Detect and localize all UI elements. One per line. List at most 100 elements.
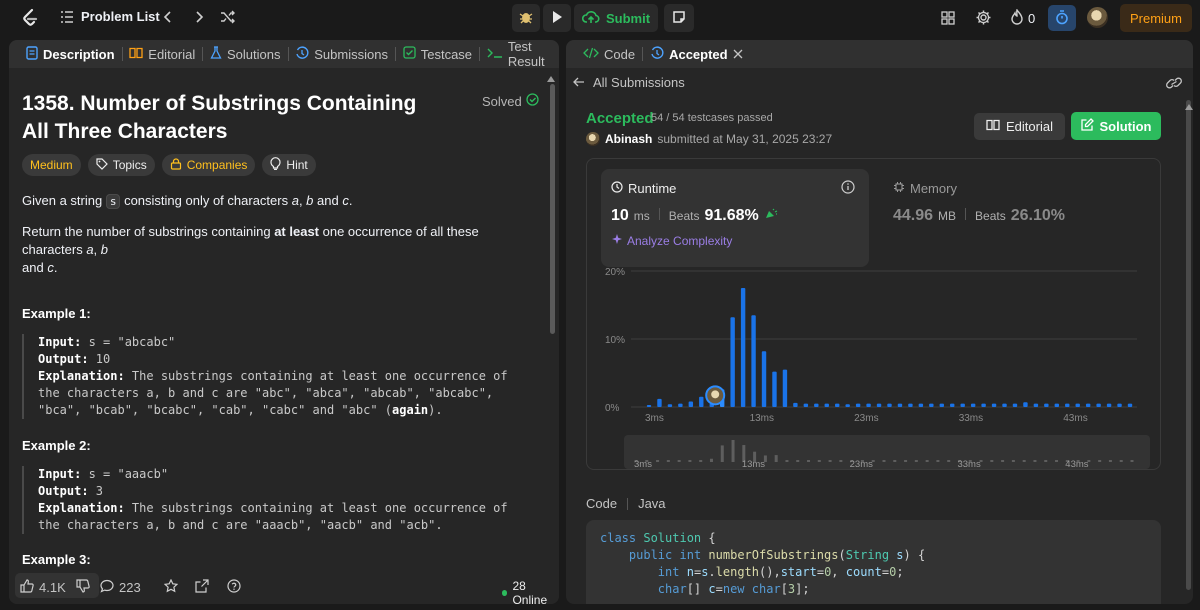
overview-bar [990, 460, 994, 462]
chart-bar [950, 403, 955, 407]
chart-bar [981, 403, 986, 407]
all-submissions-link[interactable]: All Submissions [573, 75, 685, 90]
example-2-title: Example 2: [22, 438, 91, 453]
memory-value-row: 44.96 MB Beats 26.10% [893, 207, 1065, 225]
runtime-distribution-chart[interactable]: 20% 10% 0% 3ms 13ms 23ms 33ms 43ms 3ms 13ms 23ms 33… [587, 259, 1162, 469]
like-button[interactable]: 4.1K [20, 579, 66, 596]
gear-icon[interactable] [975, 9, 992, 26]
timer-button[interactable] [1048, 5, 1076, 31]
overview-tick-label: 33ms [957, 459, 980, 469]
chevron-left-icon[interactable] [162, 10, 174, 24]
solution-label: Solution [1099, 118, 1152, 134]
dislike-button[interactable] [76, 579, 90, 596]
code-header: Code Java [586, 496, 666, 511]
explanation-label: Explanation: [38, 369, 125, 383]
overview-bar [1119, 460, 1123, 462]
info-icon[interactable] [841, 180, 855, 197]
help-button[interactable] [227, 579, 241, 596]
streak-counter[interactable]: 0 [1010, 8, 1035, 28]
x-tick-label: 43ms [1063, 413, 1087, 424]
example-1-title: Example 1: [22, 306, 91, 321]
overview-bar [1022, 460, 1026, 462]
submitted-by: Abinash submitted at May 31, 2025 23:27 [586, 132, 832, 146]
y-tick-label: 10% [605, 335, 625, 346]
layout-grid-icon[interactable] [940, 10, 956, 26]
editor-toolbar: Submit [512, 4, 694, 32]
leetcode-logo-icon[interactable] [20, 8, 40, 28]
tab-solutions[interactable]: Solutions [203, 40, 287, 68]
tab-accepted[interactable]: Accepted [643, 40, 750, 68]
chart-bar [908, 403, 913, 407]
code-line: int n=s.length(),start=0, count=0; [657, 565, 904, 579]
solution-button[interactable]: Solution [1071, 112, 1161, 140]
user-avatar[interactable] [1087, 7, 1108, 28]
hint-tag[interactable]: Hint [262, 154, 316, 176]
sparkle-icon [611, 233, 623, 248]
scroll-up-icon[interactable] [547, 70, 555, 85]
explanation-text: the characters a, b and c are "aaacb", "… [38, 518, 443, 532]
party-icon [764, 208, 778, 223]
input-label: Input: [38, 467, 82, 481]
overview-bar [1011, 460, 1015, 462]
tab-code[interactable]: Code [576, 40, 642, 68]
memory-header: Memory [893, 181, 957, 196]
desc-text: Return the number of substrings containi… [22, 224, 275, 239]
editorial-button[interactable]: Editorial [974, 113, 1065, 140]
runtime-card[interactable]: Runtime 10 ms Beats 91.68% Analyze Compl… [601, 169, 869, 267]
submit-button[interactable]: Submit [574, 4, 658, 32]
chart-bar [1002, 403, 1007, 407]
premium-button[interactable]: Premium [1120, 4, 1192, 32]
play-icon [551, 10, 563, 27]
scrollbar-thumb[interactable] [1186, 100, 1191, 590]
overview-tick-label: 43ms [1065, 459, 1088, 469]
chevron-right-icon[interactable] [193, 10, 205, 24]
tab-description[interactable]: Description [19, 40, 122, 68]
memory-card[interactable]: Memory 44.96 MB Beats 26.10% [883, 169, 1153, 267]
code-icon [583, 47, 599, 62]
favorite-button[interactable] [163, 578, 179, 596]
desc-text: , [93, 242, 101, 257]
notes-button[interactable] [664, 4, 694, 32]
tag-icon [96, 157, 108, 173]
shuffle-icon[interactable] [220, 10, 236, 24]
chart-bar [845, 404, 850, 407]
run-button[interactable] [543, 4, 571, 32]
desc-text: Given a string [22, 193, 106, 208]
code-viewer[interactable]: class Solution { public int numberOfSubs… [586, 520, 1161, 604]
chart-bar [1044, 403, 1049, 407]
edit-icon [1080, 118, 1094, 134]
scroll-up-icon[interactable] [1185, 98, 1193, 113]
like-count: 4.1K [39, 580, 66, 595]
bug-icon [518, 9, 534, 28]
tab-testcase[interactable]: Testcase [396, 40, 479, 68]
tab-test-result[interactable]: Test Result [480, 40, 559, 69]
topics-tag[interactable]: Topics [87, 154, 155, 176]
output-value: 10 [88, 352, 111, 366]
explanation-label: Explanation: [38, 501, 125, 515]
debug-button[interactable] [512, 4, 540, 32]
chart-bar [1023, 402, 1028, 407]
analyze-complexity-button[interactable]: Analyze Complexity [611, 233, 732, 248]
chart-bar [772, 371, 777, 407]
overview-bar [796, 460, 800, 462]
tab-editorial[interactable]: Editorial [122, 40, 202, 68]
chart-bar [897, 403, 903, 407]
x-tick-label: 13ms [750, 413, 774, 424]
testcases-passed: 54 / 54 testcases passed [651, 112, 773, 124]
top-bar: Problem List Submit 0 Premium [0, 0, 1200, 36]
author-name[interactable]: Abinash [605, 132, 652, 146]
comments-button[interactable]: 223 [100, 579, 141, 596]
close-icon[interactable] [733, 47, 743, 62]
overview-bar [677, 460, 681, 462]
difficulty-badge[interactable]: Medium [22, 154, 81, 176]
tab-submissions[interactable]: Submissions [288, 40, 395, 68]
example-2-block: Input: s = "aaacb" Output: 3 Explanation… [22, 466, 532, 534]
tab-description-label: Description [43, 46, 115, 62]
scrollbar-thumb[interactable] [550, 84, 555, 334]
companies-tag[interactable]: Companies [161, 154, 256, 176]
check-circle-icon [526, 93, 539, 109]
tab-test-result-label: Test Result [507, 40, 545, 69]
share-button[interactable] [195, 579, 209, 596]
link-icon[interactable] [1166, 76, 1182, 93]
problem-list-button[interactable]: Problem List [60, 9, 160, 24]
